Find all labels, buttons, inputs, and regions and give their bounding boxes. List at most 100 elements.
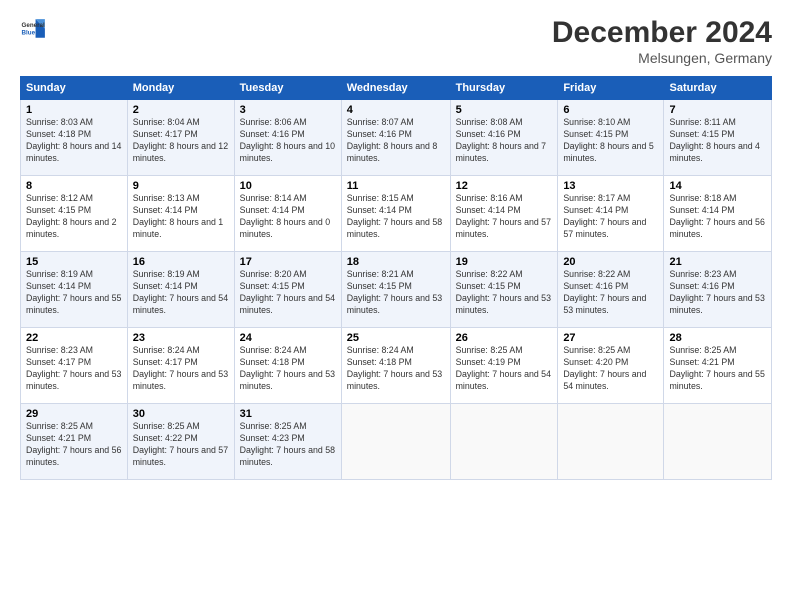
day-number: 19 [456,256,553,268]
day-number: 26 [456,332,553,344]
table-row: 15 Sunrise: 8:19 AMSunset: 4:14 PMDaylig… [21,252,128,328]
table-row: 12 Sunrise: 8:16 AMSunset: 4:14 PMDaylig… [450,176,558,252]
table-row: 10 Sunrise: 8:14 AMSunset: 4:14 PMDaylig… [234,176,341,252]
table-row: 2 Sunrise: 8:04 AMSunset: 4:17 PMDayligh… [127,100,234,176]
table-row: 29 Sunrise: 8:25 AMSunset: 4:21 PMDaylig… [21,404,128,480]
calendar-week-row: 15 Sunrise: 8:19 AMSunset: 4:14 PMDaylig… [21,252,772,328]
day-detail: Sunrise: 8:10 AMSunset: 4:15 PMDaylight:… [563,117,653,163]
day-detail: Sunrise: 8:17 AMSunset: 4:14 PMDaylight:… [563,193,646,239]
calendar-week-row: 8 Sunrise: 8:12 AMSunset: 4:15 PMDayligh… [21,176,772,252]
day-detail: Sunrise: 8:12 AMSunset: 4:15 PMDaylight:… [26,193,116,239]
day-detail: Sunrise: 8:06 AMSunset: 4:16 PMDaylight:… [240,117,335,163]
calendar-week-row: 1 Sunrise: 8:03 AMSunset: 4:18 PMDayligh… [21,100,772,176]
table-row: 24 Sunrise: 8:24 AMSunset: 4:18 PMDaylig… [234,328,341,404]
day-number: 10 [240,180,336,192]
day-detail: Sunrise: 8:19 AMSunset: 4:14 PMDaylight:… [133,269,228,315]
table-row: 25 Sunrise: 8:24 AMSunset: 4:18 PMDaylig… [341,328,450,404]
logo-icon: General Blue [20,16,48,44]
day-number: 9 [133,180,229,192]
page: General Blue December 2024 Melsungen, Ge… [0,0,792,612]
day-detail: Sunrise: 8:03 AMSunset: 4:18 PMDaylight:… [26,117,121,163]
day-detail: Sunrise: 8:22 AMSunset: 4:16 PMDaylight:… [563,269,646,315]
day-detail: Sunrise: 8:25 AMSunset: 4:21 PMDaylight:… [669,345,764,391]
table-row: 9 Sunrise: 8:13 AMSunset: 4:14 PMDayligh… [127,176,234,252]
day-number: 30 [133,408,229,420]
day-number: 7 [669,104,766,116]
day-number: 31 [240,408,336,420]
day-number: 5 [456,104,553,116]
day-detail: Sunrise: 8:23 AMSunset: 4:17 PMDaylight:… [26,345,121,391]
svg-text:Blue: Blue [22,30,36,37]
day-number: 25 [347,332,445,344]
table-row: 19 Sunrise: 8:22 AMSunset: 4:15 PMDaylig… [450,252,558,328]
day-number: 21 [669,256,766,268]
day-number: 6 [563,104,658,116]
col-thursday: Thursday [450,77,558,100]
day-number: 11 [347,180,445,192]
day-number: 27 [563,332,658,344]
day-detail: Sunrise: 8:07 AMSunset: 4:16 PMDaylight:… [347,117,437,163]
col-saturday: Saturday [664,77,772,100]
header: General Blue December 2024 Melsungen, Ge… [20,16,772,66]
day-detail: Sunrise: 8:25 AMSunset: 4:23 PMDaylight:… [240,421,335,467]
table-row [341,404,450,480]
day-detail: Sunrise: 8:18 AMSunset: 4:14 PMDaylight:… [669,193,764,239]
day-detail: Sunrise: 8:16 AMSunset: 4:14 PMDaylight:… [456,193,551,239]
table-row: 3 Sunrise: 8:06 AMSunset: 4:16 PMDayligh… [234,100,341,176]
table-row: 26 Sunrise: 8:25 AMSunset: 4:19 PMDaylig… [450,328,558,404]
table-row: 27 Sunrise: 8:25 AMSunset: 4:20 PMDaylig… [558,328,664,404]
day-detail: Sunrise: 8:25 AMSunset: 4:20 PMDaylight:… [563,345,646,391]
day-detail: Sunrise: 8:24 AMSunset: 4:17 PMDaylight:… [133,345,228,391]
day-number: 13 [563,180,658,192]
day-number: 2 [133,104,229,116]
col-friday: Friday [558,77,664,100]
table-row [664,404,772,480]
day-number: 4 [347,104,445,116]
table-row: 21 Sunrise: 8:23 AMSunset: 4:16 PMDaylig… [664,252,772,328]
day-number: 20 [563,256,658,268]
day-number: 14 [669,180,766,192]
table-row: 5 Sunrise: 8:08 AMSunset: 4:16 PMDayligh… [450,100,558,176]
day-detail: Sunrise: 8:24 AMSunset: 4:18 PMDaylight:… [347,345,442,391]
col-wednesday: Wednesday [341,77,450,100]
day-detail: Sunrise: 8:04 AMSunset: 4:17 PMDaylight:… [133,117,228,163]
table-row [450,404,558,480]
day-detail: Sunrise: 8:20 AMSunset: 4:15 PMDaylight:… [240,269,335,315]
day-detail: Sunrise: 8:25 AMSunset: 4:22 PMDaylight:… [133,421,228,467]
calendar: Sunday Monday Tuesday Wednesday Thursday… [20,76,772,480]
day-number: 18 [347,256,445,268]
calendar-week-row: 22 Sunrise: 8:23 AMSunset: 4:17 PMDaylig… [21,328,772,404]
logo: General Blue [20,16,48,44]
day-number: 15 [26,256,122,268]
calendar-header-row: Sunday Monday Tuesday Wednesday Thursday… [21,77,772,100]
day-detail: Sunrise: 8:14 AMSunset: 4:14 PMDaylight:… [240,193,330,239]
day-number: 12 [456,180,553,192]
day-number: 28 [669,332,766,344]
day-number: 24 [240,332,336,344]
day-detail: Sunrise: 8:13 AMSunset: 4:14 PMDaylight:… [133,193,223,239]
day-detail: Sunrise: 8:24 AMSunset: 4:18 PMDaylight:… [240,345,335,391]
table-row: 22 Sunrise: 8:23 AMSunset: 4:17 PMDaylig… [21,328,128,404]
calendar-week-row: 29 Sunrise: 8:25 AMSunset: 4:21 PMDaylig… [21,404,772,480]
day-detail: Sunrise: 8:22 AMSunset: 4:15 PMDaylight:… [456,269,551,315]
table-row: 31 Sunrise: 8:25 AMSunset: 4:23 PMDaylig… [234,404,341,480]
table-row [558,404,664,480]
day-detail: Sunrise: 8:19 AMSunset: 4:14 PMDaylight:… [26,269,121,315]
subtitle: Melsungen, Germany [552,50,772,66]
col-tuesday: Tuesday [234,77,341,100]
day-detail: Sunrise: 8:11 AMSunset: 4:15 PMDaylight:… [669,117,759,163]
day-detail: Sunrise: 8:25 AMSunset: 4:21 PMDaylight:… [26,421,121,467]
day-detail: Sunrise: 8:15 AMSunset: 4:14 PMDaylight:… [347,193,442,239]
title-block: December 2024 Melsungen, Germany [552,16,772,66]
svg-text:General: General [22,22,45,29]
table-row: 30 Sunrise: 8:25 AMSunset: 4:22 PMDaylig… [127,404,234,480]
table-row: 13 Sunrise: 8:17 AMSunset: 4:14 PMDaylig… [558,176,664,252]
day-number: 8 [26,180,122,192]
table-row: 4 Sunrise: 8:07 AMSunset: 4:16 PMDayligh… [341,100,450,176]
table-row: 18 Sunrise: 8:21 AMSunset: 4:15 PMDaylig… [341,252,450,328]
day-number: 17 [240,256,336,268]
day-detail: Sunrise: 8:08 AMSunset: 4:16 PMDaylight:… [456,117,546,163]
day-number: 16 [133,256,229,268]
day-detail: Sunrise: 8:21 AMSunset: 4:15 PMDaylight:… [347,269,442,315]
day-detail: Sunrise: 8:25 AMSunset: 4:19 PMDaylight:… [456,345,551,391]
